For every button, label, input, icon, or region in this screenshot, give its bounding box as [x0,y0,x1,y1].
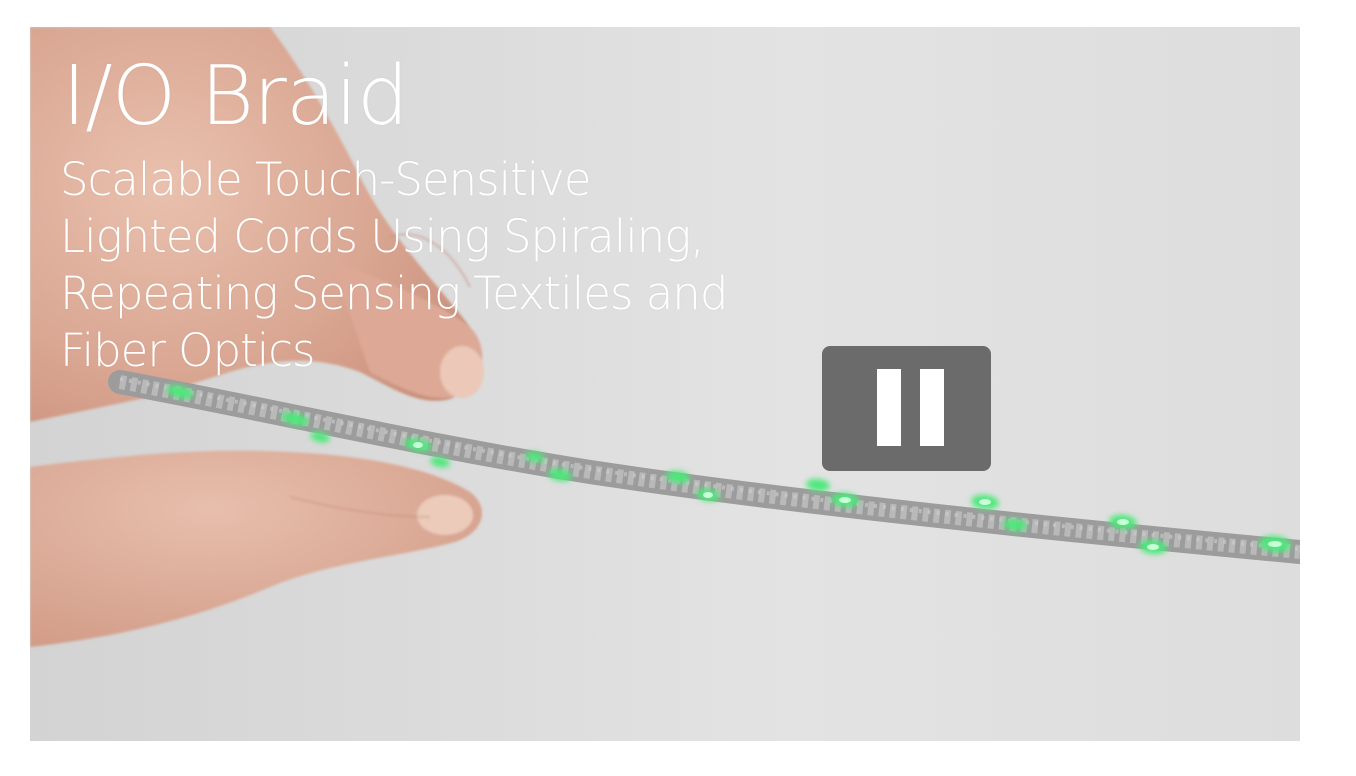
video-subtitle: Scalable Touch-Sensitive Lighted Cords U… [60,153,728,377]
video-player[interactable]: I/O Braid Scalable Touch-Sensitive Light… [30,27,1300,741]
pause-bar-right [920,369,944,446]
video-title-overlay: I/O Braid Scalable Touch-Sensitive Light… [60,49,760,379]
pause-bar-left [877,369,901,446]
pause-button[interactable] [822,346,991,471]
video-title: I/O Braid [62,49,409,144]
